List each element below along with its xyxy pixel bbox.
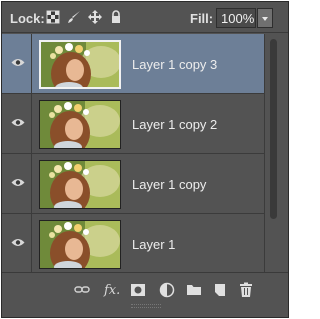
layer-row[interactable]: Layer 1 copy 3 [2,34,264,94]
add-mask-icon[interactable] [130,282,146,298]
bottom-toolbar: fx. [2,272,288,317]
lock-image-pixels-icon[interactable] [67,10,81,24]
scrollbar[interactable] [264,34,288,272]
visibility-toggle[interactable] [2,34,32,93]
delete-layer-icon[interactable] [238,282,254,298]
fill-dropdown-button[interactable] [257,8,273,28]
layer-name[interactable]: Layer 1 copy 3 [132,57,217,72]
resize-grip[interactable] [131,304,161,308]
new-layer-icon[interactable] [212,282,228,298]
lock-transparent-pixels-icon[interactable] [46,10,60,24]
layers-panel: Lock: Fill: 100% Layer 1 copy 3 Layer 1 … [1,1,289,318]
layer-name[interactable]: Layer 1 [132,237,175,252]
visibility-toggle[interactable] [2,214,32,272]
lock-position-icon[interactable] [88,10,102,24]
layer-list: Layer 1 copy 3 Layer 1 copy 2 Layer 1 co… [2,34,264,272]
layer-name[interactable]: Layer 1 copy 2 [132,117,217,132]
link-layers-icon[interactable] [74,282,90,298]
layer-row[interactable]: Layer 1 copy [2,154,264,214]
layer-row[interactable]: Layer 1 [2,214,264,272]
new-group-icon[interactable] [186,282,202,298]
adjustment-layer-icon[interactable] [159,282,175,298]
layer-thumbnail[interactable] [39,40,121,89]
fill-label: Fill: [190,11,214,26]
layer-row[interactable]: Layer 1 copy 2 [2,94,264,154]
layer-style-icon[interactable]: fx. [104,283,120,298]
layer-thumbnail[interactable] [39,100,121,149]
eye-icon [11,239,25,246]
lock-all-icon[interactable] [109,10,123,24]
eye-icon [11,59,25,66]
visibility-toggle[interactable] [2,154,32,213]
layer-name[interactable]: Layer 1 copy [132,177,206,192]
lock-label: Lock: [10,11,45,26]
layer-thumbnail[interactable] [39,220,121,269]
scrollbar-thumb[interactable] [270,39,277,219]
eye-icon [11,179,25,186]
fill-input[interactable]: 100% [216,8,256,28]
layer-thumbnail[interactable] [39,160,121,209]
eye-icon [11,119,25,126]
visibility-toggle[interactable] [2,94,32,153]
lock-fill-bar: Lock: Fill: 100% [2,2,288,33]
lock-icons [46,10,123,24]
